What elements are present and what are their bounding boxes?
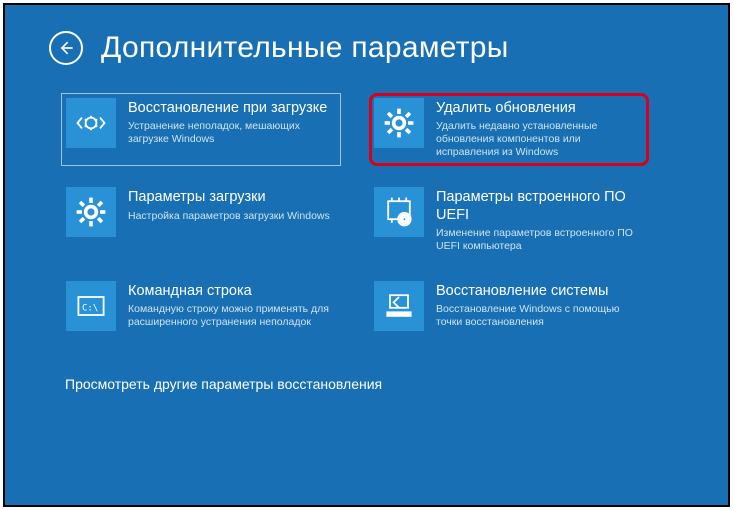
tile-title: Удалить обновления xyxy=(436,100,642,117)
tile-title: Командная строка xyxy=(128,283,334,300)
tile-system-restore[interactable]: Восстановление системы Восстановление Wi… xyxy=(369,276,649,338)
back-button[interactable] xyxy=(49,31,83,65)
see-more-options-link[interactable]: Просмотреть другие параметры восстановле… xyxy=(65,376,694,392)
tile-desc: Удалить недавно установленные обновления… xyxy=(436,120,642,159)
tile-desc: Изменение параметров встроенного ПО UEFI… xyxy=(436,227,642,253)
tile-uefi-settings[interactable]: Параметры встроенного ПО UEFI Изменение … xyxy=(369,182,649,259)
gear-icon xyxy=(66,187,116,237)
tile-desc: Восстановление Windows с помощью точки в… xyxy=(436,303,642,329)
header: Дополнительные параметры xyxy=(49,31,694,65)
page-title: Дополнительные параметры xyxy=(101,31,509,65)
tile-desc: Настройка параметров загрузки Windows xyxy=(128,210,334,223)
chip-gear-icon xyxy=(374,187,424,237)
tile-title: Восстановление системы xyxy=(436,283,642,300)
tile-title: Параметры загрузки xyxy=(128,189,334,206)
tile-title: Восстановление при загрузке xyxy=(128,100,334,117)
startup-repair-icon xyxy=(66,98,116,148)
gear-icon xyxy=(374,98,424,148)
tile-startup-repair[interactable]: Восстановление при загрузке Устранение н… xyxy=(61,93,341,166)
terminal-icon: C:\ xyxy=(66,281,116,331)
winre-advanced-options-screen: Дополнительные параметры Восстановле xyxy=(3,3,730,507)
tile-command-prompt[interactable]: C:\ Командная строка Командную строку мо… xyxy=(61,276,341,338)
restore-icon xyxy=(374,281,424,331)
tile-desc: Устранение неполадок, мешающих загрузке … xyxy=(128,120,334,146)
tile-desc: Командную строку можно применять для рас… xyxy=(128,303,334,329)
tile-startup-settings[interactable]: Параметры загрузки Настройка параметров … xyxy=(61,182,341,259)
options-grid: Восстановление при загрузке Устранение н… xyxy=(61,93,694,338)
svg-text:C:\: C:\ xyxy=(82,303,98,313)
tile-title: Параметры встроенного ПО UEFI xyxy=(436,189,642,223)
tile-uninstall-updates[interactable]: Удалить обновления Удалить недавно устан… xyxy=(369,93,649,166)
